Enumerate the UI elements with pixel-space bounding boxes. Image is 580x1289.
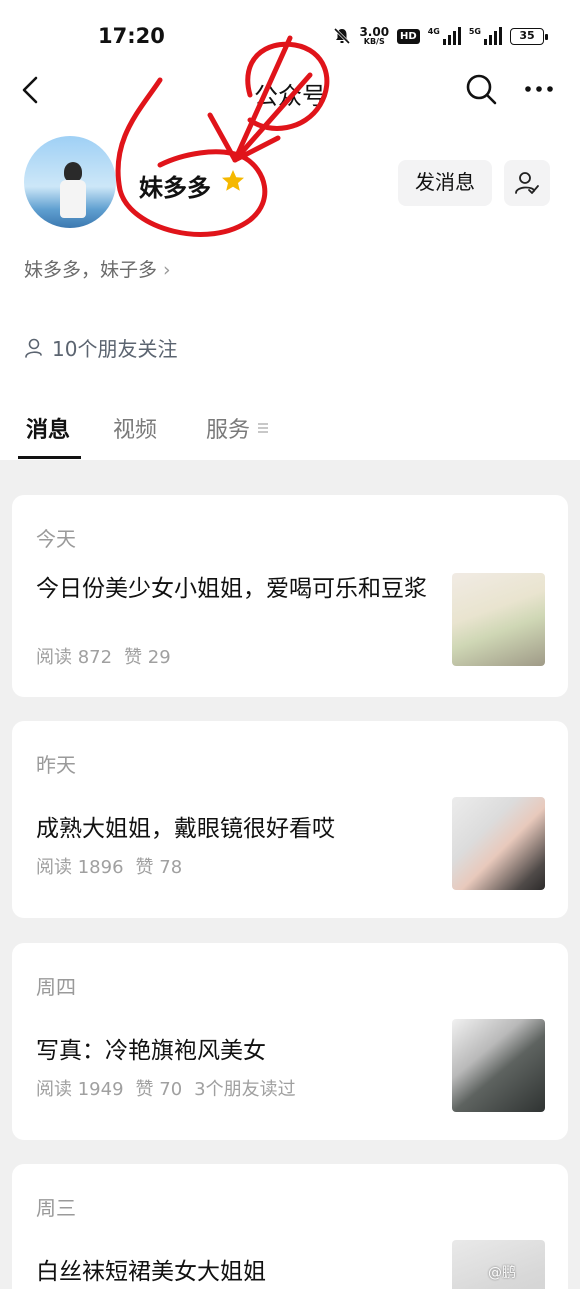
article-title[interactable]: 今日份美少女小姐姐，爱喝可乐和豆浆 bbox=[36, 573, 436, 605]
article-date: 周三 bbox=[36, 1196, 76, 1220]
article-date: 昨天 bbox=[36, 753, 76, 777]
watermark: @鹏 bbox=[488, 1265, 516, 1281]
star-icon bbox=[222, 170, 244, 191]
article-card[interactable]: 周三 白丝袜短裙美女大姐姐 bbox=[12, 1164, 568, 1289]
mute-bell-icon bbox=[334, 27, 351, 45]
article-reads: 阅读 1949 bbox=[36, 1079, 124, 1100]
article-title[interactable]: 成熟大姐姐，戴眼镜很好看哎 bbox=[36, 813, 436, 845]
network-speed: 3.00 KB/S bbox=[359, 26, 389, 46]
message-feed: 今天 今日份美少女小姐姐，爱喝可乐和豆浆 阅读 872 赞 29 昨天 成熟大姐姐… bbox=[0, 460, 580, 1289]
article-thumbnail[interactable] bbox=[452, 573, 545, 666]
follow-user-icon bbox=[515, 172, 539, 194]
account-description[interactable]: 妹多多，妹子多 › bbox=[24, 255, 171, 282]
network-speed-unit: KB/S bbox=[363, 37, 385, 46]
tab-messages[interactable]: 消息 bbox=[26, 412, 70, 444]
avatar[interactable] bbox=[24, 136, 116, 228]
active-tab-indicator bbox=[18, 456, 81, 459]
nav-bar: 公众号 bbox=[0, 62, 580, 118]
article-title[interactable]: 白丝袜短裙美女大姐姐 bbox=[36, 1256, 436, 1288]
signal-2-icon: 5G bbox=[469, 27, 502, 45]
article-reads: 阅读 1896 bbox=[36, 857, 124, 878]
signal-1-label: 4G bbox=[427, 27, 440, 36]
search-icon[interactable] bbox=[464, 72, 498, 106]
signal-1-icon: 4G bbox=[428, 27, 461, 45]
status-bar: 17:20 3.00 KB/S HD 4G 5G 35 bbox=[0, 0, 580, 70]
tab-services[interactable]: 服务 bbox=[206, 412, 250, 444]
account-name: 妹多多 bbox=[139, 174, 211, 202]
article-title[interactable]: 写真：冷艳旗袍风美女 bbox=[36, 1035, 436, 1067]
status-icons: 3.00 KB/S HD 4G 5G 35 bbox=[333, 26, 548, 46]
article-meta: 阅读 1949 赞 70 3个朋友读过 bbox=[36, 1075, 308, 1101]
article-card[interactable]: 今天 今日份美少女小姐姐，爱喝可乐和豆浆 阅读 872 赞 29 bbox=[12, 495, 568, 697]
article-friends-read: 3个朋友读过 bbox=[194, 1079, 296, 1100]
friends-following[interactable]: 10个朋友关注 bbox=[24, 333, 177, 362]
article-thumbnail[interactable] bbox=[452, 797, 545, 890]
friends-following-text: 10个朋友关注 bbox=[52, 337, 178, 361]
account-description-text: 妹多多，妹子多 bbox=[24, 259, 158, 281]
article-date: 今天 bbox=[36, 527, 76, 551]
send-message-button[interactable]: 发消息 bbox=[398, 160, 492, 206]
article-card[interactable]: 昨天 成熟大姐姐，戴眼镜很好看哎 阅读 1896 赞 78 bbox=[12, 721, 568, 918]
tab-bar: 消息 视频 服务 bbox=[0, 400, 580, 460]
status-time: 17:20 bbox=[98, 24, 165, 48]
article-reads: 阅读 872 bbox=[36, 647, 113, 668]
avatar-body bbox=[60, 180, 86, 218]
tab-videos[interactable]: 视频 bbox=[113, 412, 157, 444]
article-likes: 赞 29 bbox=[124, 647, 171, 668]
article-meta: 阅读 1896 赞 78 bbox=[36, 853, 194, 879]
article-date: 周四 bbox=[36, 975, 76, 999]
more-icon[interactable] bbox=[522, 76, 556, 102]
follow-button[interactable] bbox=[504, 160, 550, 206]
tab-menu-icon bbox=[258, 423, 268, 433]
article-likes: 赞 70 bbox=[135, 1079, 183, 1100]
friends-icon bbox=[25, 338, 42, 358]
article-card[interactable]: 周四 写真：冷艳旗袍风美女 阅读 1949 赞 70 3个朋友读过 bbox=[12, 943, 568, 1140]
article-likes: 赞 78 bbox=[135, 857, 183, 878]
hd-badge: HD bbox=[397, 28, 420, 44]
battery-icon: 35 bbox=[510, 27, 548, 45]
chevron-right-icon: › bbox=[163, 259, 171, 281]
article-thumbnail[interactable] bbox=[452, 1019, 545, 1112]
article-meta: 阅读 872 赞 29 bbox=[36, 643, 183, 669]
avatar-hair bbox=[64, 162, 82, 182]
signal-2-label: 5G bbox=[468, 27, 481, 36]
